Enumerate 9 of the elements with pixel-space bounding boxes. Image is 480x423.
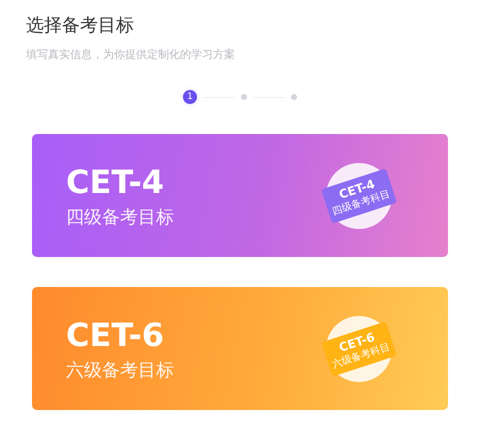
step-indicator: 1: [183, 90, 197, 104]
card-title: CET-6: [66, 316, 166, 354]
card-subtitle: 六级备考目标: [66, 358, 174, 382]
page-title: 选择备考目标: [26, 14, 135, 38]
card-subtitle: 四级备考目标: [66, 206, 174, 228]
exam-card[interactable]: CET-6 六级备考目标 CET-6 六级备考科目: [32, 287, 448, 410]
card-title: CET-4: [66, 162, 166, 200]
page-subtitle: 填写真实信息，为你提供定制化的学习方案: [26, 47, 236, 63]
exam-card[interactable]: CET-4 四级备考目标 CET-4 四级备考科目: [32, 134, 448, 257]
